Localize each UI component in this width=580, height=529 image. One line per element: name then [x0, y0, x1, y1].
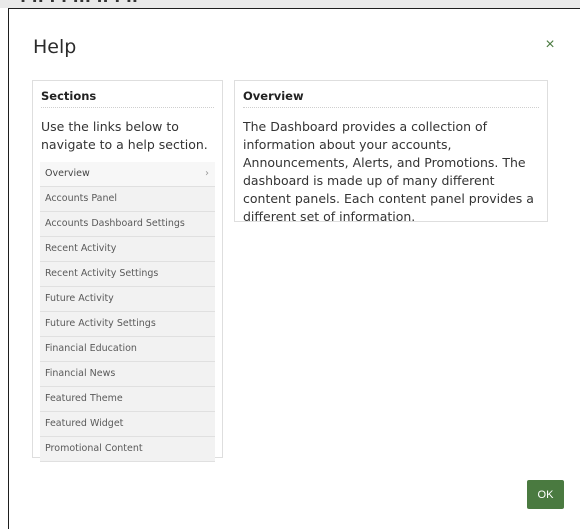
background-page-strip: · ·· · · ··· ·· · ·· [0, 0, 580, 8]
section-item-label: Recent Activity [45, 243, 117, 254]
ok-button[interactable]: OK [527, 480, 564, 509]
overview-body: The Dashboard provides a collection of i… [243, 119, 534, 224]
section-item-recent-activity-settings[interactable]: Recent Activity Settings [40, 262, 215, 287]
section-item-overview[interactable]: Overview › [40, 162, 215, 187]
section-item-future-activity[interactable]: Future Activity [40, 287, 215, 312]
section-item-label: Financial Education [45, 343, 137, 354]
close-icon[interactable]: × [542, 37, 558, 53]
section-item-label: Accounts Dashboard Settings [45, 218, 185, 229]
section-item-label: Accounts Panel [45, 193, 117, 204]
section-item-financial-education[interactable]: Financial Education [40, 337, 215, 362]
section-item-featured-theme[interactable]: Featured Theme [40, 387, 215, 412]
section-item-label: Future Activity [45, 293, 114, 304]
sections-panel: Sections Use the links below to navigate… [32, 80, 223, 462]
section-item-label: Future Activity Settings [45, 318, 156, 329]
overview-heading: Overview [243, 89, 539, 108]
section-item-accounts-dashboard-settings[interactable]: Accounts Dashboard Settings [40, 212, 215, 237]
section-item-label: Featured Theme [45, 393, 123, 404]
section-item-recent-activity[interactable]: Recent Activity [40, 237, 215, 262]
overview-panel: Overview The Dashboard provides a collec… [234, 80, 548, 224]
section-item-label: Financial News [45, 368, 116, 379]
sections-heading: Sections [41, 89, 214, 108]
section-item-promotional-content[interactable]: Promotional Content [40, 437, 215, 462]
help-dialog: Help × Sections Use the links below to n… [8, 8, 580, 529]
section-item-financial-news[interactable]: Financial News [40, 362, 215, 387]
section-item-label: Recent Activity Settings [45, 268, 159, 279]
section-item-accounts-panel[interactable]: Accounts Panel [40, 187, 215, 212]
section-item-label: Overview [45, 168, 90, 179]
section-item-label: Promotional Content [45, 443, 143, 454]
section-item-future-activity-settings[interactable]: Future Activity Settings [40, 312, 215, 337]
section-item-label: Featured Widget [45, 418, 124, 429]
background-page-text: · ·· · · ··· ·· · ·· [20, 0, 138, 8]
dialog-title: Help [33, 36, 77, 58]
sections-list: Overview › Accounts Panel Accounts Dashb… [40, 162, 215, 462]
section-item-featured-widget[interactable]: Featured Widget [40, 412, 215, 437]
chevron-right-icon: › [205, 168, 209, 179]
sections-intro: Use the links below to navigate to a hel… [41, 119, 208, 152]
